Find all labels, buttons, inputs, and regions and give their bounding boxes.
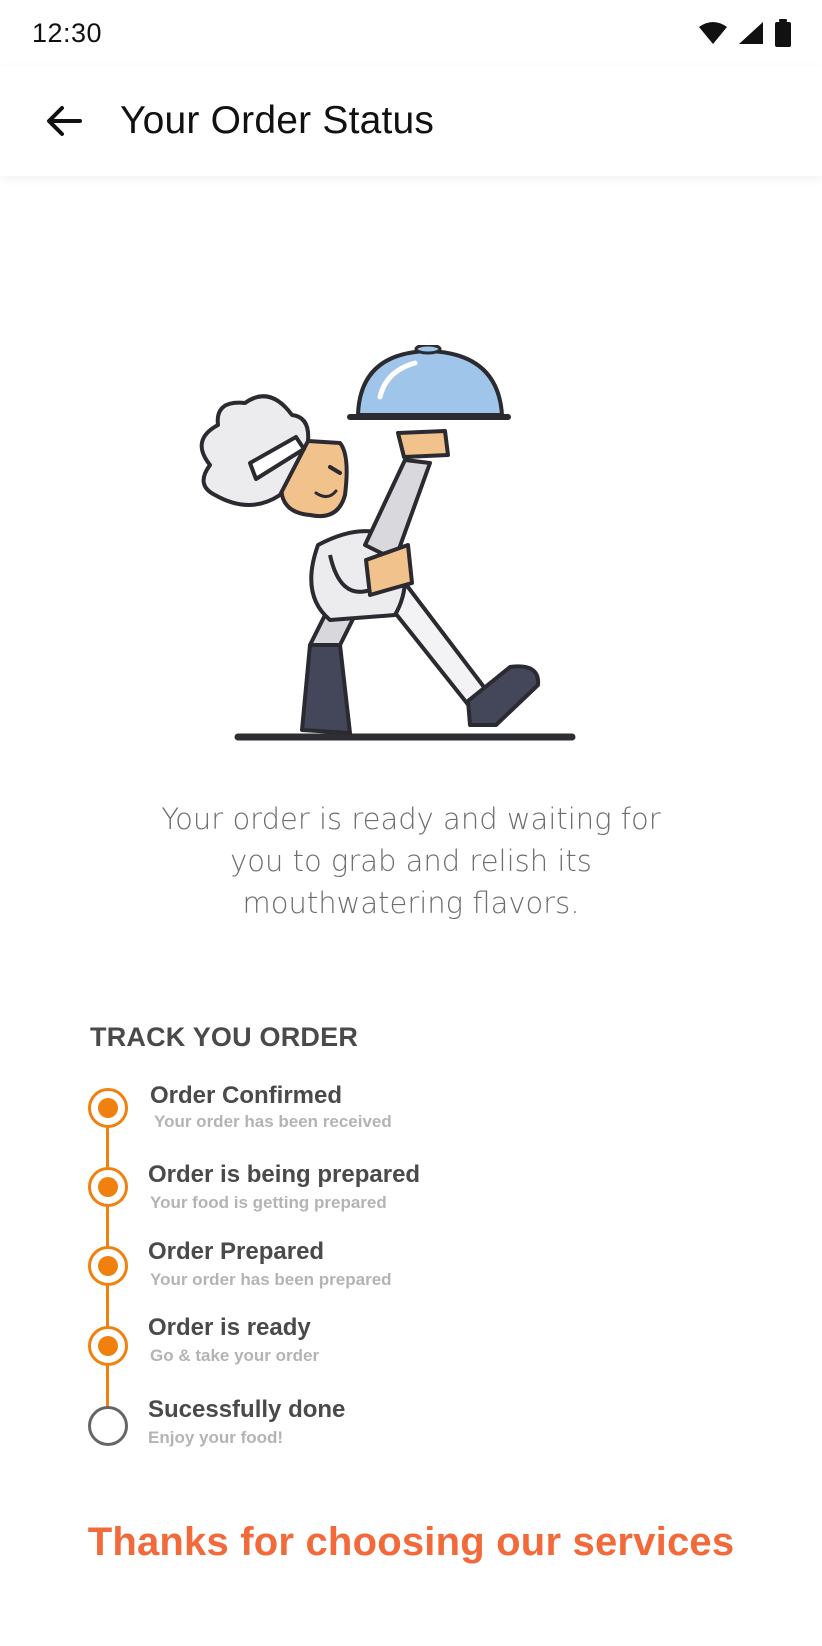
status-bar: 12:30 [0,0,822,66]
step-subtitle: Your order has been received [154,1112,392,1131]
page-title: Your Order Status [120,99,435,142]
status-icons [698,19,792,47]
step-subtitle: Enjoy your food! [148,1428,284,1447]
timeline-step-ready: Order is ready Go & take your order [84,1314,734,1396]
step-title: Order is ready [148,1314,311,1341]
step-title: Order Confirmed [150,1082,343,1109]
step-title: Order is being prepared [148,1161,421,1188]
step-title: Sucessfully done [148,1396,346,1423]
timeline-step-done: Sucessfully done Enjoy your food! [84,1396,734,1476]
thanks-message: Thanks for choosing our services [87,1520,735,1564]
step-subtitle: Your food is getting prepared [150,1193,387,1212]
arrow-left-icon [47,106,82,136]
battery-icon [775,19,791,47]
back-button[interactable] [34,91,94,151]
step-title: Order Prepared [148,1238,325,1265]
order-description: Your order is ready and waiting for you … [161,802,661,920]
step-pending-icon [88,1406,128,1446]
timeline-step-confirmed: Order Confirmed Your order has been rece… [84,1082,734,1158]
timeline-step-prepared: Order Prepared Your order has been prepa… [84,1238,734,1316]
timeline-step-preparing: Order is being prepared Your food is get… [84,1161,734,1237]
track-order-heading: TRACK YOU ORDER [90,1022,359,1052]
step-completed-icon [88,1246,128,1286]
step-subtitle: Go & take your order [150,1346,320,1365]
wifi-icon [699,22,727,44]
step-completed-icon [88,1326,128,1366]
step-completed-icon [88,1088,128,1128]
step-subtitle: Your order has been prepared [150,1270,392,1289]
app-bar: Your Order Status [0,66,822,176]
status-time: 12:30 [32,17,103,48]
signal-icon [739,22,763,44]
chef-carrying-cloche-illustration [199,345,576,741]
step-completed-icon [88,1167,128,1207]
order-timeline: Order Confirmed Your order has been rece… [84,1082,734,1468]
